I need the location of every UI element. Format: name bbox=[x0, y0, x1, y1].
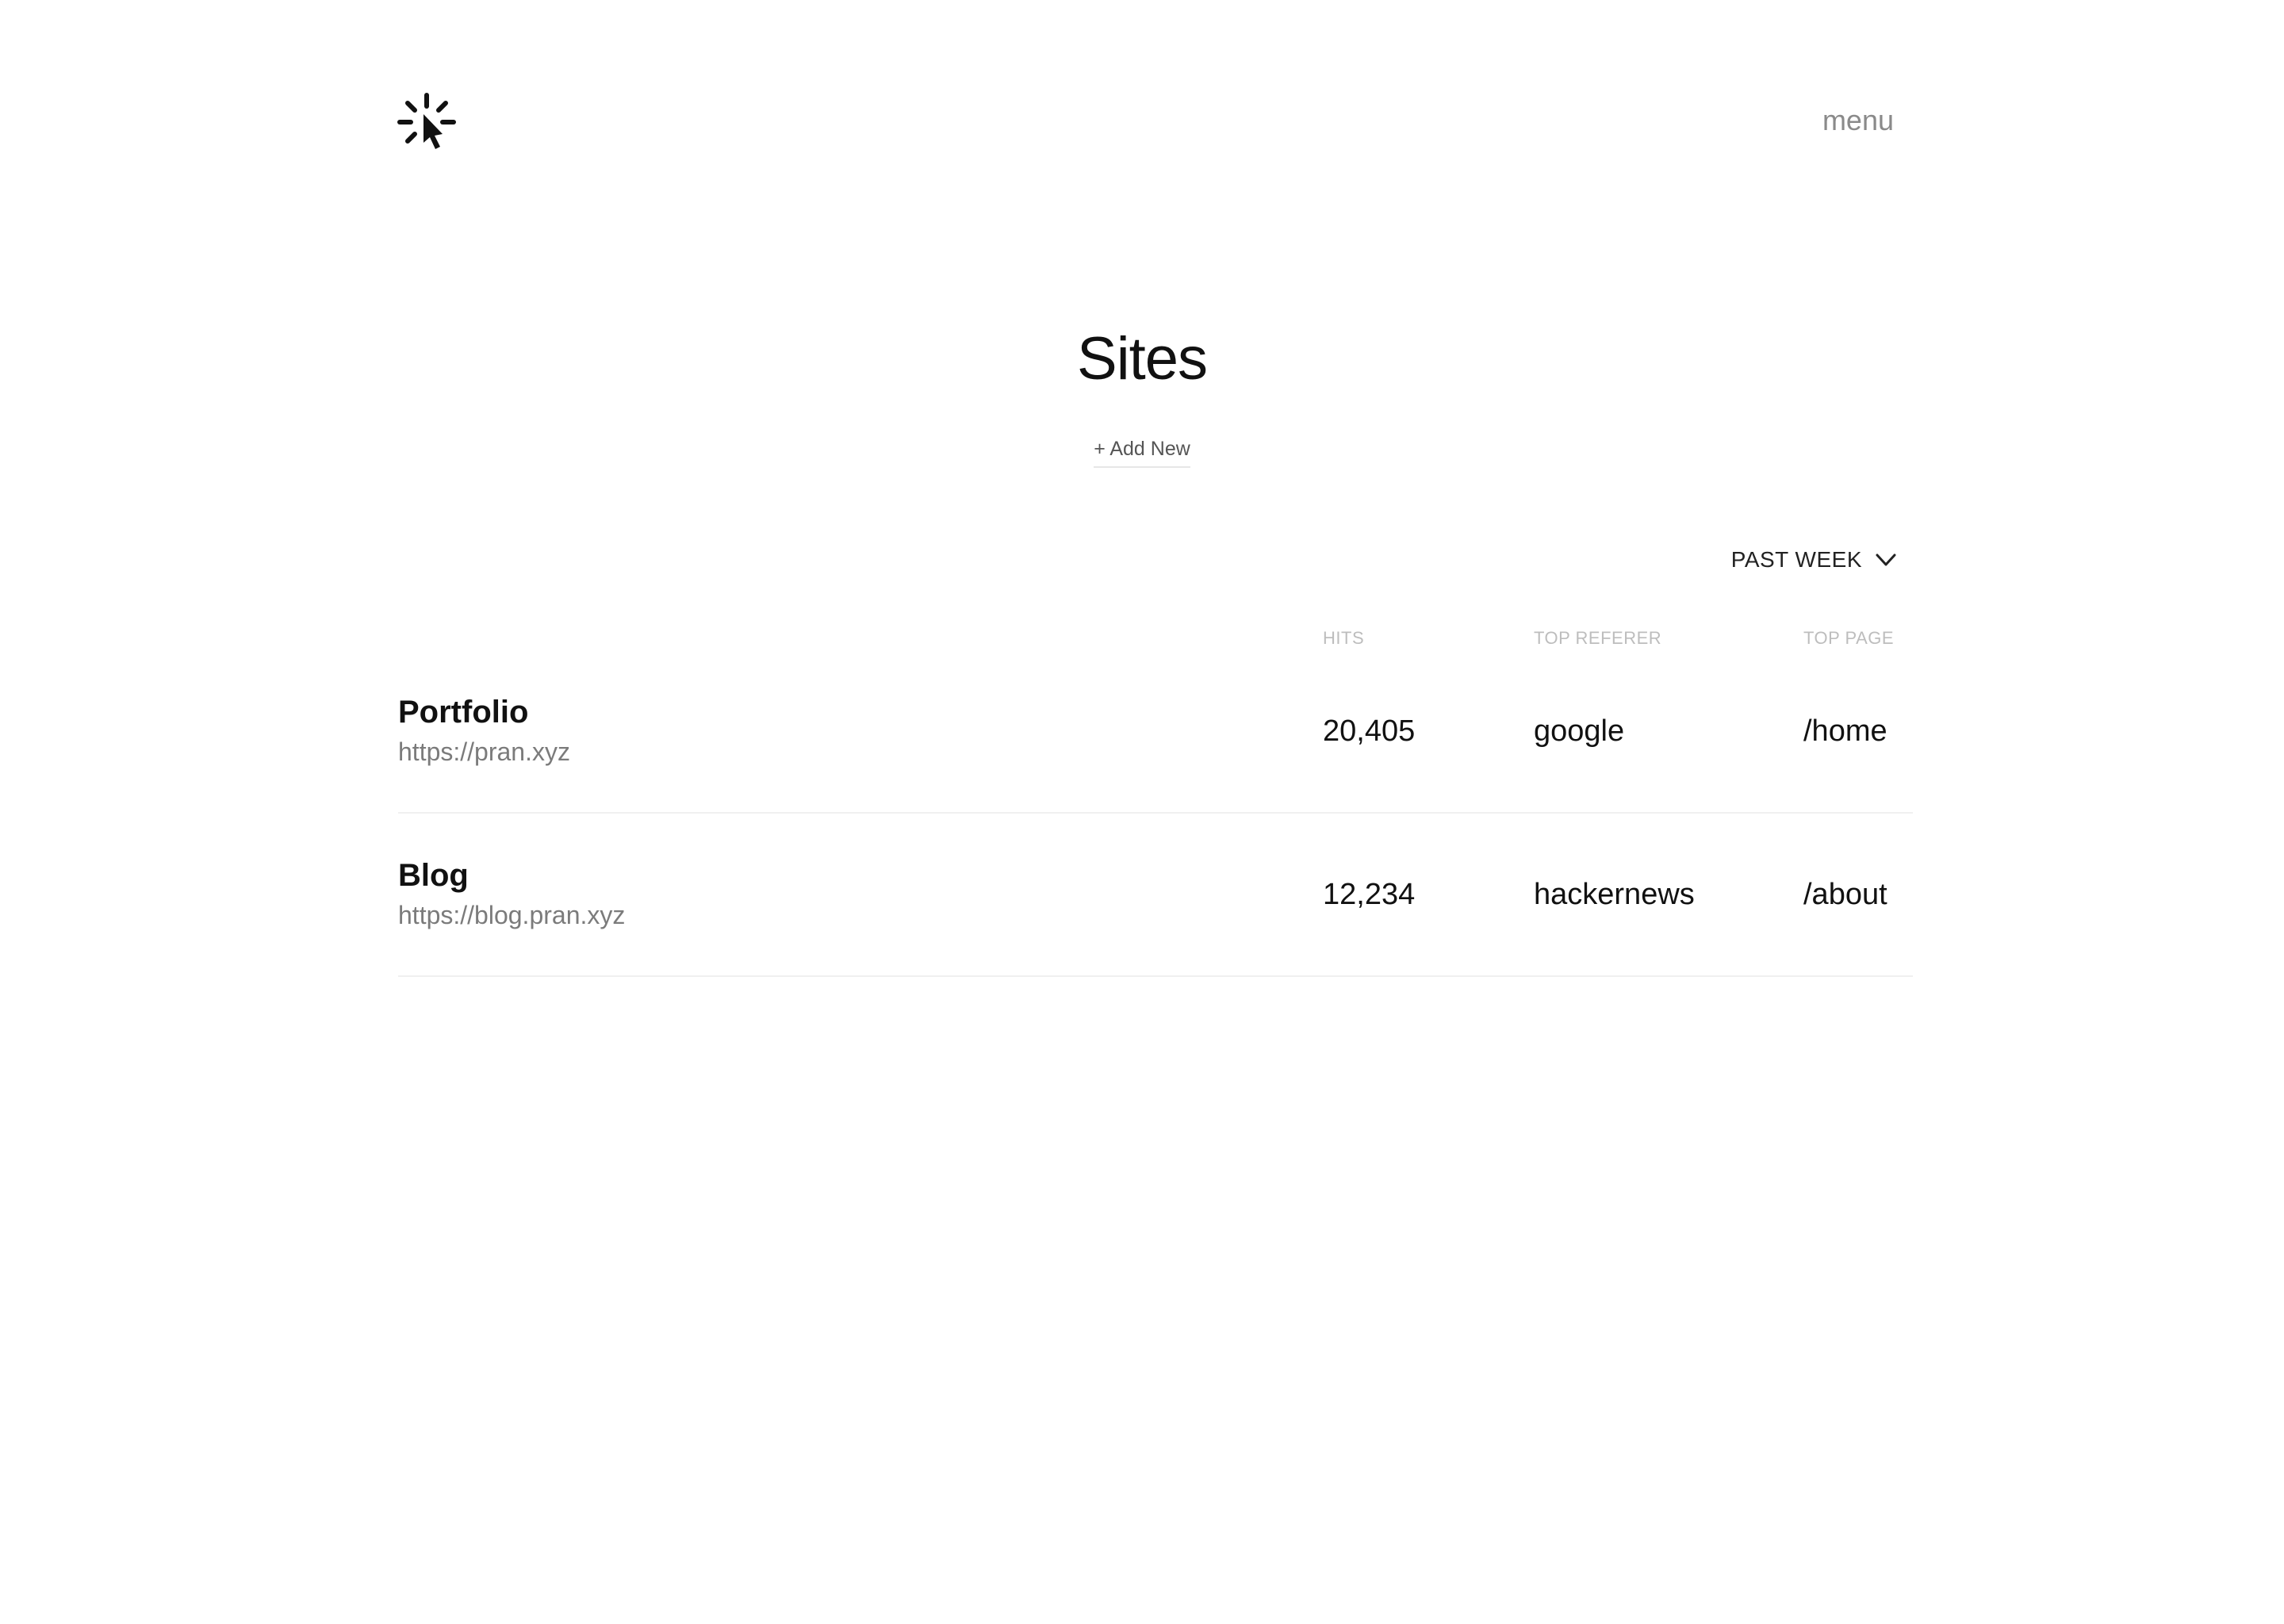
site-name[interactable]: Portfolio bbox=[398, 692, 528, 732]
menu-link[interactable]: menu bbox=[1822, 103, 1894, 138]
add-new-button[interactable]: + Add New bbox=[1094, 436, 1190, 468]
period-dropdown[interactable]: PAST WEEK bbox=[1731, 546, 1897, 574]
top-page-value: /about bbox=[1803, 878, 1887, 911]
site-row[interactable]: Portfolio https://pran.xyz 20,405 google… bbox=[398, 650, 1913, 814]
hits-value: 20,405 bbox=[1323, 714, 1416, 748]
top-referer-value: hackernews bbox=[1534, 878, 1695, 911]
site-url[interactable]: https://pran.xyz bbox=[398, 736, 570, 768]
column-header-hits: HITS bbox=[1323, 628, 1365, 648]
site-url[interactable]: https://blog.pran.xyz bbox=[398, 899, 625, 931]
top-page-value: /home bbox=[1803, 714, 1887, 748]
chevron-down-icon bbox=[1876, 553, 1896, 566]
add-new-wrapper: + Add New bbox=[0, 436, 2284, 468]
column-header-top-referer: TOP REFERER bbox=[1534, 628, 1662, 648]
page-title: Sites bbox=[1077, 325, 1208, 393]
top-referer-value: google bbox=[1534, 714, 1625, 748]
column-header-top-page: TOP PAGE bbox=[1803, 628, 1895, 648]
site-row[interactable]: Blog https://blog.pran.xyz 12,234 hacker… bbox=[398, 814, 1913, 977]
site-name[interactable]: Blog bbox=[398, 856, 469, 895]
click-cursor-icon[interactable] bbox=[397, 92, 457, 152]
period-label: PAST WEEK bbox=[1730, 547, 1862, 572]
hits-value: 12,234 bbox=[1323, 878, 1416, 911]
